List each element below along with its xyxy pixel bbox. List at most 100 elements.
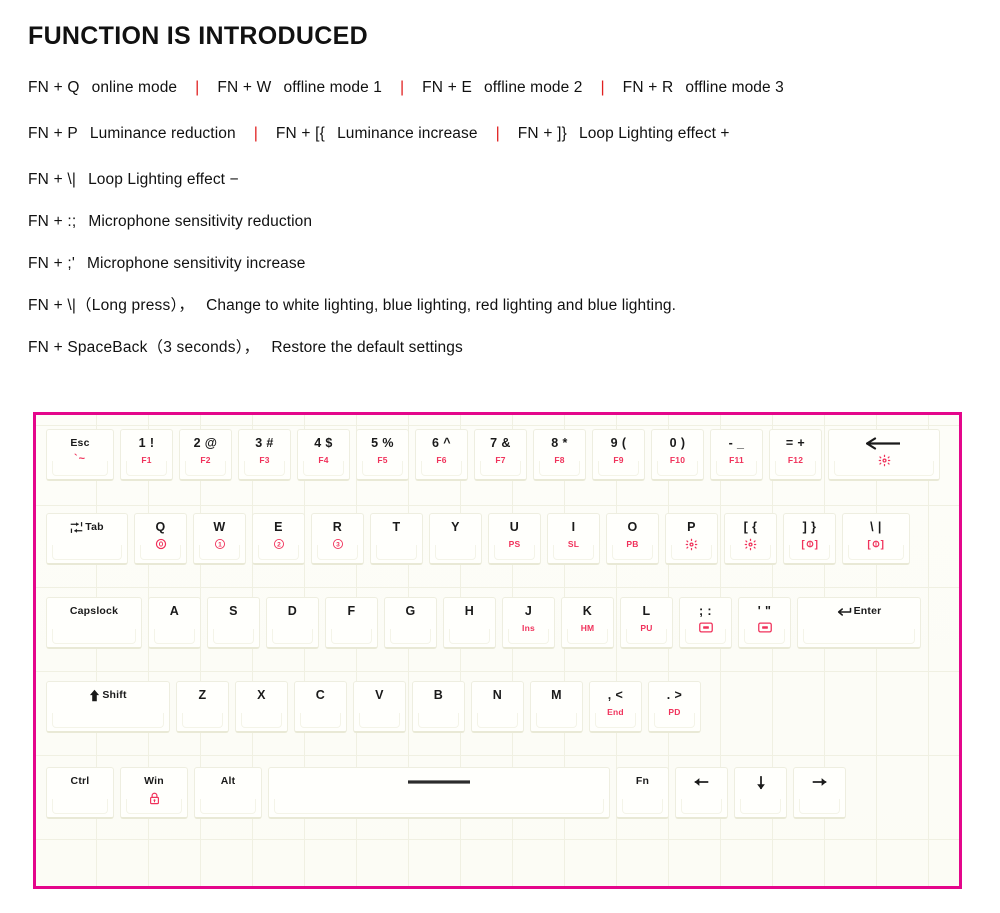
mic-icon	[757, 622, 772, 635]
key-arrow-down-icon[interactable]	[734, 767, 787, 819]
key-x[interactable]: X	[235, 681, 288, 733]
key-legend-main: 3 #	[255, 436, 274, 450]
key-legend-main: C	[315, 688, 326, 702]
key-fn[interactable]: Fn	[616, 767, 669, 819]
key-y[interactable]: Y	[429, 513, 482, 565]
key-f[interactable]: F	[325, 597, 378, 649]
function-key-combo: FN + [{	[275, 125, 326, 142]
keyboard-diagram-frame: Esc `~ 1 ! F1 2 @ F2 3 # F3 4 $ F4 5 % F5 6 ^ F6 7 & F7…	[33, 412, 962, 889]
key-4[interactable]: 4 $ F4	[297, 429, 350, 481]
key-arrow-left-icon[interactable]	[675, 767, 728, 819]
key-o[interactable]: O PB	[606, 513, 659, 565]
key-legend-main: Esc	[70, 437, 90, 449]
key-legend-main: . >	[666, 688, 683, 702]
function-description: Loop Lighting effect +	[578, 125, 730, 142]
key-8[interactable]: 8 * F8	[533, 429, 586, 481]
key-k[interactable]: K HM	[561, 597, 614, 649]
keyboard-row-qwerty-row: Tab Q W 1 E 2 R 3 T Y U PS I SL O PB P[ {] }[] \ |[]	[46, 513, 916, 565]
key-5[interactable]: 5 % F5	[356, 429, 409, 481]
key-key[interactable]: [ {	[724, 513, 777, 565]
key-j[interactable]: J Ins	[502, 597, 555, 649]
key-v[interactable]: V	[353, 681, 406, 733]
key-legend-main	[755, 775, 767, 791]
plate-grid-line	[36, 587, 959, 588]
key-9[interactable]: 9 (F9	[592, 429, 645, 481]
function-list: FN + Qonline mode | FN + Woffline mode 1 | F…	[28, 78, 978, 380]
svg-text:]: ]	[881, 539, 884, 550]
key-u[interactable]: U PS	[488, 513, 541, 565]
function-segment: FN + R offline mode 3	[623, 78, 784, 98]
key-z[interactable]: Z	[176, 681, 229, 733]
key-key[interactable]: - _ F11	[710, 429, 763, 481]
key-3[interactable]: 3 # F3	[238, 429, 291, 481]
key-legend-main: N	[492, 688, 503, 702]
key-key[interactable]: , < End	[589, 681, 642, 733]
key-l[interactable]: L PU	[620, 597, 673, 649]
function-key-combo: FN + E	[422, 79, 472, 96]
key-0[interactable]: 0 ) F10	[651, 429, 704, 481]
key-p[interactable]: P	[665, 513, 718, 565]
key-i[interactable]: I SL	[547, 513, 600, 565]
key-key[interactable]: ] } []	[783, 513, 836, 565]
key-t[interactable]: T	[370, 513, 423, 565]
key-legend-main: 2 @	[193, 436, 218, 450]
lock-icon	[149, 792, 160, 807]
key-key[interactable]: \ | []	[842, 513, 910, 565]
key-m[interactable]: M	[530, 681, 583, 733]
key-legend-main: 4 $	[314, 436, 333, 450]
key-legend-main: Alt	[220, 775, 236, 787]
key-arrow-right-icon[interactable]	[793, 767, 846, 819]
key-n[interactable]: N	[471, 681, 524, 733]
key-w[interactable]: W1	[193, 513, 246, 565]
key-r[interactable]: R3	[311, 513, 364, 565]
key-legend-sub: F5	[377, 455, 388, 465]
bracket-light-icon: []	[866, 538, 886, 552]
key-a[interactable]: A	[148, 597, 201, 649]
key-6[interactable]: 6 ^ F6	[415, 429, 468, 481]
key-key[interactable]: = + F12	[769, 429, 822, 481]
key-win[interactable]: Win	[120, 767, 188, 819]
function-key-combo: FN + ]}	[517, 125, 567, 142]
key-2[interactable]: 2 @ F2	[179, 429, 232, 481]
key-capslock[interactable]: Capslock	[46, 597, 142, 649]
key-q[interactable]: Q	[134, 513, 187, 565]
function-segment: FN + ;' Microphone sensitivity increase	[28, 254, 305, 274]
key-shift[interactable]: Shift	[46, 681, 170, 733]
function-key-combo: FN + SpaceBack（3 seconds），	[28, 339, 260, 356]
key-legend-main: Z	[198, 688, 207, 702]
key-legend-main: V	[375, 688, 384, 702]
key-7[interactable]: 7 & F7	[474, 429, 527, 481]
key-c[interactable]: C	[294, 681, 347, 733]
key-backspace-arrow-icon[interactable]	[828, 429, 940, 481]
key-spacebar-dash-icon[interactable]	[268, 767, 610, 819]
plate-grid-line	[36, 425, 959, 426]
key-g[interactable]: G	[384, 597, 437, 649]
key-tab[interactable]: Tab	[46, 513, 128, 565]
key-legend-main: , <	[607, 688, 624, 702]
key-h[interactable]: H	[443, 597, 496, 649]
key-d[interactable]: D	[266, 597, 319, 649]
key-ctrl[interactable]: Ctrl	[46, 767, 114, 819]
function-line: FN + Q online mode | FN + W offline mode 1 | F…	[28, 78, 978, 98]
key-b[interactable]: B	[412, 681, 465, 733]
key-legend-sub: F1	[141, 455, 152, 465]
key-key[interactable]: ; :	[679, 597, 732, 649]
key-alt[interactable]: Alt	[194, 767, 262, 819]
key-legend-main: J	[524, 604, 533, 618]
gear-icon	[878, 454, 891, 469]
key-s[interactable]: S	[207, 597, 260, 649]
key-legend-sub: F11	[729, 455, 744, 465]
plate-grid-line	[36, 839, 959, 840]
key-legend-main: M	[551, 688, 562, 702]
key-legend-main: Ctrl	[70, 775, 90, 787]
key-legend-main: - _	[728, 436, 745, 450]
function-description: online mode	[91, 79, 178, 96]
key-esc[interactable]: Esc `~	[46, 429, 114, 481]
key-key[interactable]: . > PD	[648, 681, 701, 733]
key-key[interactable]: ' "	[738, 597, 791, 649]
key-legend-main: D	[287, 604, 298, 618]
key-enter[interactable]: Enter	[797, 597, 921, 649]
key-e[interactable]: E2	[252, 513, 305, 565]
key-1[interactable]: 1 ! F1	[120, 429, 173, 481]
key-legend-main: Win	[144, 775, 164, 787]
